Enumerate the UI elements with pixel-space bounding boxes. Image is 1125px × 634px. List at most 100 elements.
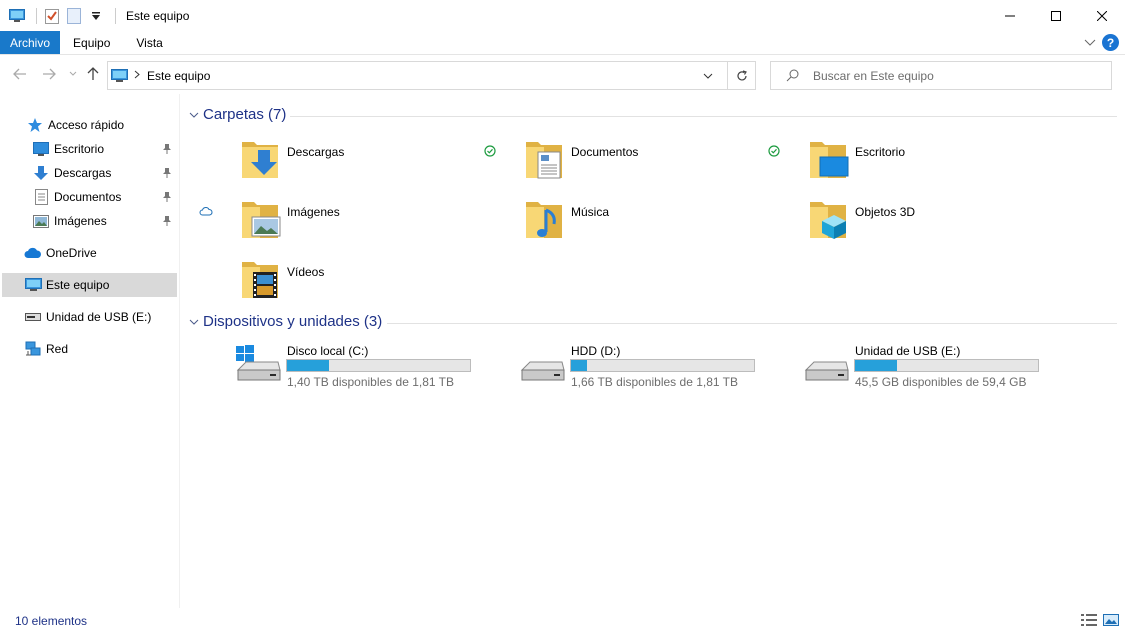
sidebar-item-documentos[interactable]: Documentos <box>2 185 177 209</box>
navigation-pane: Acceso rápido Escritorio Descargas Docum… <box>0 94 180 608</box>
folder-tile-musica[interactable]: Música <box>466 198 746 250</box>
folder-icon <box>524 198 568 242</box>
large-icons-view-icon <box>1103 614 1119 626</box>
search-icon <box>785 69 799 83</box>
recent-locations-button[interactable] <box>64 65 82 83</box>
folder-tile-descargas[interactable]: Descargas <box>182 138 462 190</box>
minimize-button[interactable] <box>987 0 1033 31</box>
drive-free-space: 1,40 TB disponibles de 1,81 TB <box>287 375 455 389</box>
folder-tile-escritorio[interactable]: Escritorio <box>750 138 1030 190</box>
content-pane: Carpetas (7) Descargas Documentos Escrit… <box>181 94 1125 608</box>
sidebar-item-label: Unidad de USB (E:) <box>46 310 152 324</box>
cloud-icon <box>24 244 42 262</box>
tab-vista[interactable]: Vista <box>123 31 175 54</box>
folder-tile-objetos-3d[interactable]: Objetos 3D <box>750 198 1030 250</box>
computer-icon[interactable] <box>8 7 26 25</box>
minimize-icon <box>1005 15 1015 16</box>
address-path[interactable]: Este equipo <box>147 69 210 83</box>
arrow-left-icon <box>13 68 26 80</box>
drive-tile-d[interactable]: HDD (D:) 1,66 TB disponibles de 1,81 TB <box>466 342 755 392</box>
help-button[interactable]: ? <box>1102 34 1119 51</box>
refresh-button[interactable] <box>727 62 755 89</box>
sidebar-item-descargas[interactable]: Descargas <box>2 161 177 185</box>
sidebar-item-onedrive[interactable]: OneDrive <box>2 241 177 265</box>
group-divider <box>387 323 1117 324</box>
cloud-status-icon <box>199 204 213 218</box>
windows-logo-icon <box>236 345 254 362</box>
usb-drive-icon <box>802 344 850 384</box>
desktop-icon <box>32 140 50 158</box>
customize-toolbar-icon[interactable] <box>87 7 105 25</box>
chevron-right-icon[interactable] <box>134 70 140 82</box>
details-view-button[interactable] <box>1081 613 1097 627</box>
sidebar-item-label: Imágenes <box>54 214 107 228</box>
drive-name: Disco local (C:) <box>287 344 369 358</box>
search-box[interactable] <box>770 61 1112 90</box>
chevron-down-icon[interactable] <box>187 108 201 122</box>
computer-icon <box>24 276 42 294</box>
group-header-dispositivos[interactable]: Dispositivos y unidades (3) <box>187 313 382 330</box>
chevron-down-icon[interactable] <box>187 315 201 329</box>
forward-button[interactable] <box>40 65 58 83</box>
drive-name: HDD (D:) <box>571 344 621 358</box>
sidebar-item-imagenes[interactable]: Imágenes <box>2 209 177 233</box>
group-header-carpetas[interactable]: Carpetas (7) <box>187 106 286 123</box>
sidebar-item-label: Escritorio <box>54 142 105 156</box>
details-view-icon <box>1081 614 1097 626</box>
folder-tile-imagenes[interactable]: Imágenes <box>182 198 462 250</box>
group-title: Carpetas (7) <box>203 106 287 123</box>
sidebar-item-escritorio[interactable]: Escritorio <box>2 137 177 161</box>
sidebar-item-unidad-usb[interactable]: Unidad de USB (E:) <box>2 305 177 329</box>
arrow-up-icon <box>87 67 99 80</box>
pictures-icon <box>32 212 50 230</box>
pin-icon[interactable] <box>161 214 173 228</box>
ribbon-tabs: Archivo Equipo Vista ? <box>0 31 1125 55</box>
drive-free-space: 1,66 TB disponibles de 1,81 TB <box>571 375 739 389</box>
hard-drive-icon <box>518 344 566 384</box>
expand-ribbon-button[interactable] <box>1084 36 1096 50</box>
folder-name: Documentos <box>571 145 639 159</box>
folder-icon <box>240 138 284 182</box>
folder-icon <box>240 258 284 302</box>
maximize-button[interactable] <box>1033 0 1079 31</box>
star-icon <box>26 116 44 134</box>
folder-icon <box>240 198 284 242</box>
address-bar[interactable]: Este equipo <box>107 61 756 90</box>
pin-icon[interactable] <box>161 142 173 156</box>
sidebar-item-acceso-rapido[interactable]: Acceso rápido <box>2 113 177 137</box>
tab-archivo[interactable]: Archivo <box>0 31 61 54</box>
folder-name: Música <box>571 205 610 219</box>
drive-usage-fill <box>571 360 588 371</box>
pin-icon[interactable] <box>161 166 173 180</box>
pin-icon[interactable] <box>161 190 173 204</box>
hard-drive-icon <box>234 344 282 384</box>
folder-name: Escritorio <box>855 145 906 159</box>
properties-icon[interactable] <box>43 7 61 25</box>
folder-tile-videos[interactable]: Vídeos <box>182 258 462 310</box>
view-buttons <box>1081 613 1119 627</box>
close-button[interactable] <box>1079 0 1125 31</box>
quick-access-toolbar: Este equipo <box>0 0 189 31</box>
new-folder-icon[interactable] <box>65 7 83 25</box>
group-title: Dispositivos y unidades (3) <box>203 313 383 330</box>
close-icon <box>1097 10 1107 21</box>
tab-equipo[interactable]: Equipo <box>60 31 123 54</box>
search-input[interactable] <box>813 68 1093 83</box>
sidebar-item-label: Red <box>46 342 69 356</box>
navigation-bar: Este equipo <box>0 56 1125 94</box>
ribbon-right: ? <box>1084 34 1119 51</box>
drive-tile-e[interactable]: Unidad de USB (E:) 45,5 GB disponibles d… <box>750 342 1039 392</box>
large-icons-view-button[interactable] <box>1103 613 1119 627</box>
sidebar-item-red[interactable]: Red <box>2 337 177 361</box>
address-dropdown-button[interactable] <box>697 62 719 89</box>
drive-usage-bar <box>854 359 1039 372</box>
title-bar: Este equipo <box>0 0 1125 31</box>
drive-tile-c[interactable]: Disco local (C:) 1,40 TB disponibles de … <box>182 342 471 392</box>
back-button[interactable] <box>11 65 29 83</box>
sidebar-item-este-equipo[interactable]: Este equipo <box>2 273 177 297</box>
drive-usage-bar <box>286 359 471 372</box>
up-button[interactable] <box>84 65 102 83</box>
folder-icon <box>808 198 852 242</box>
window-title: Este equipo <box>126 8 190 23</box>
folder-tile-documentos[interactable]: Documentos <box>466 138 746 190</box>
